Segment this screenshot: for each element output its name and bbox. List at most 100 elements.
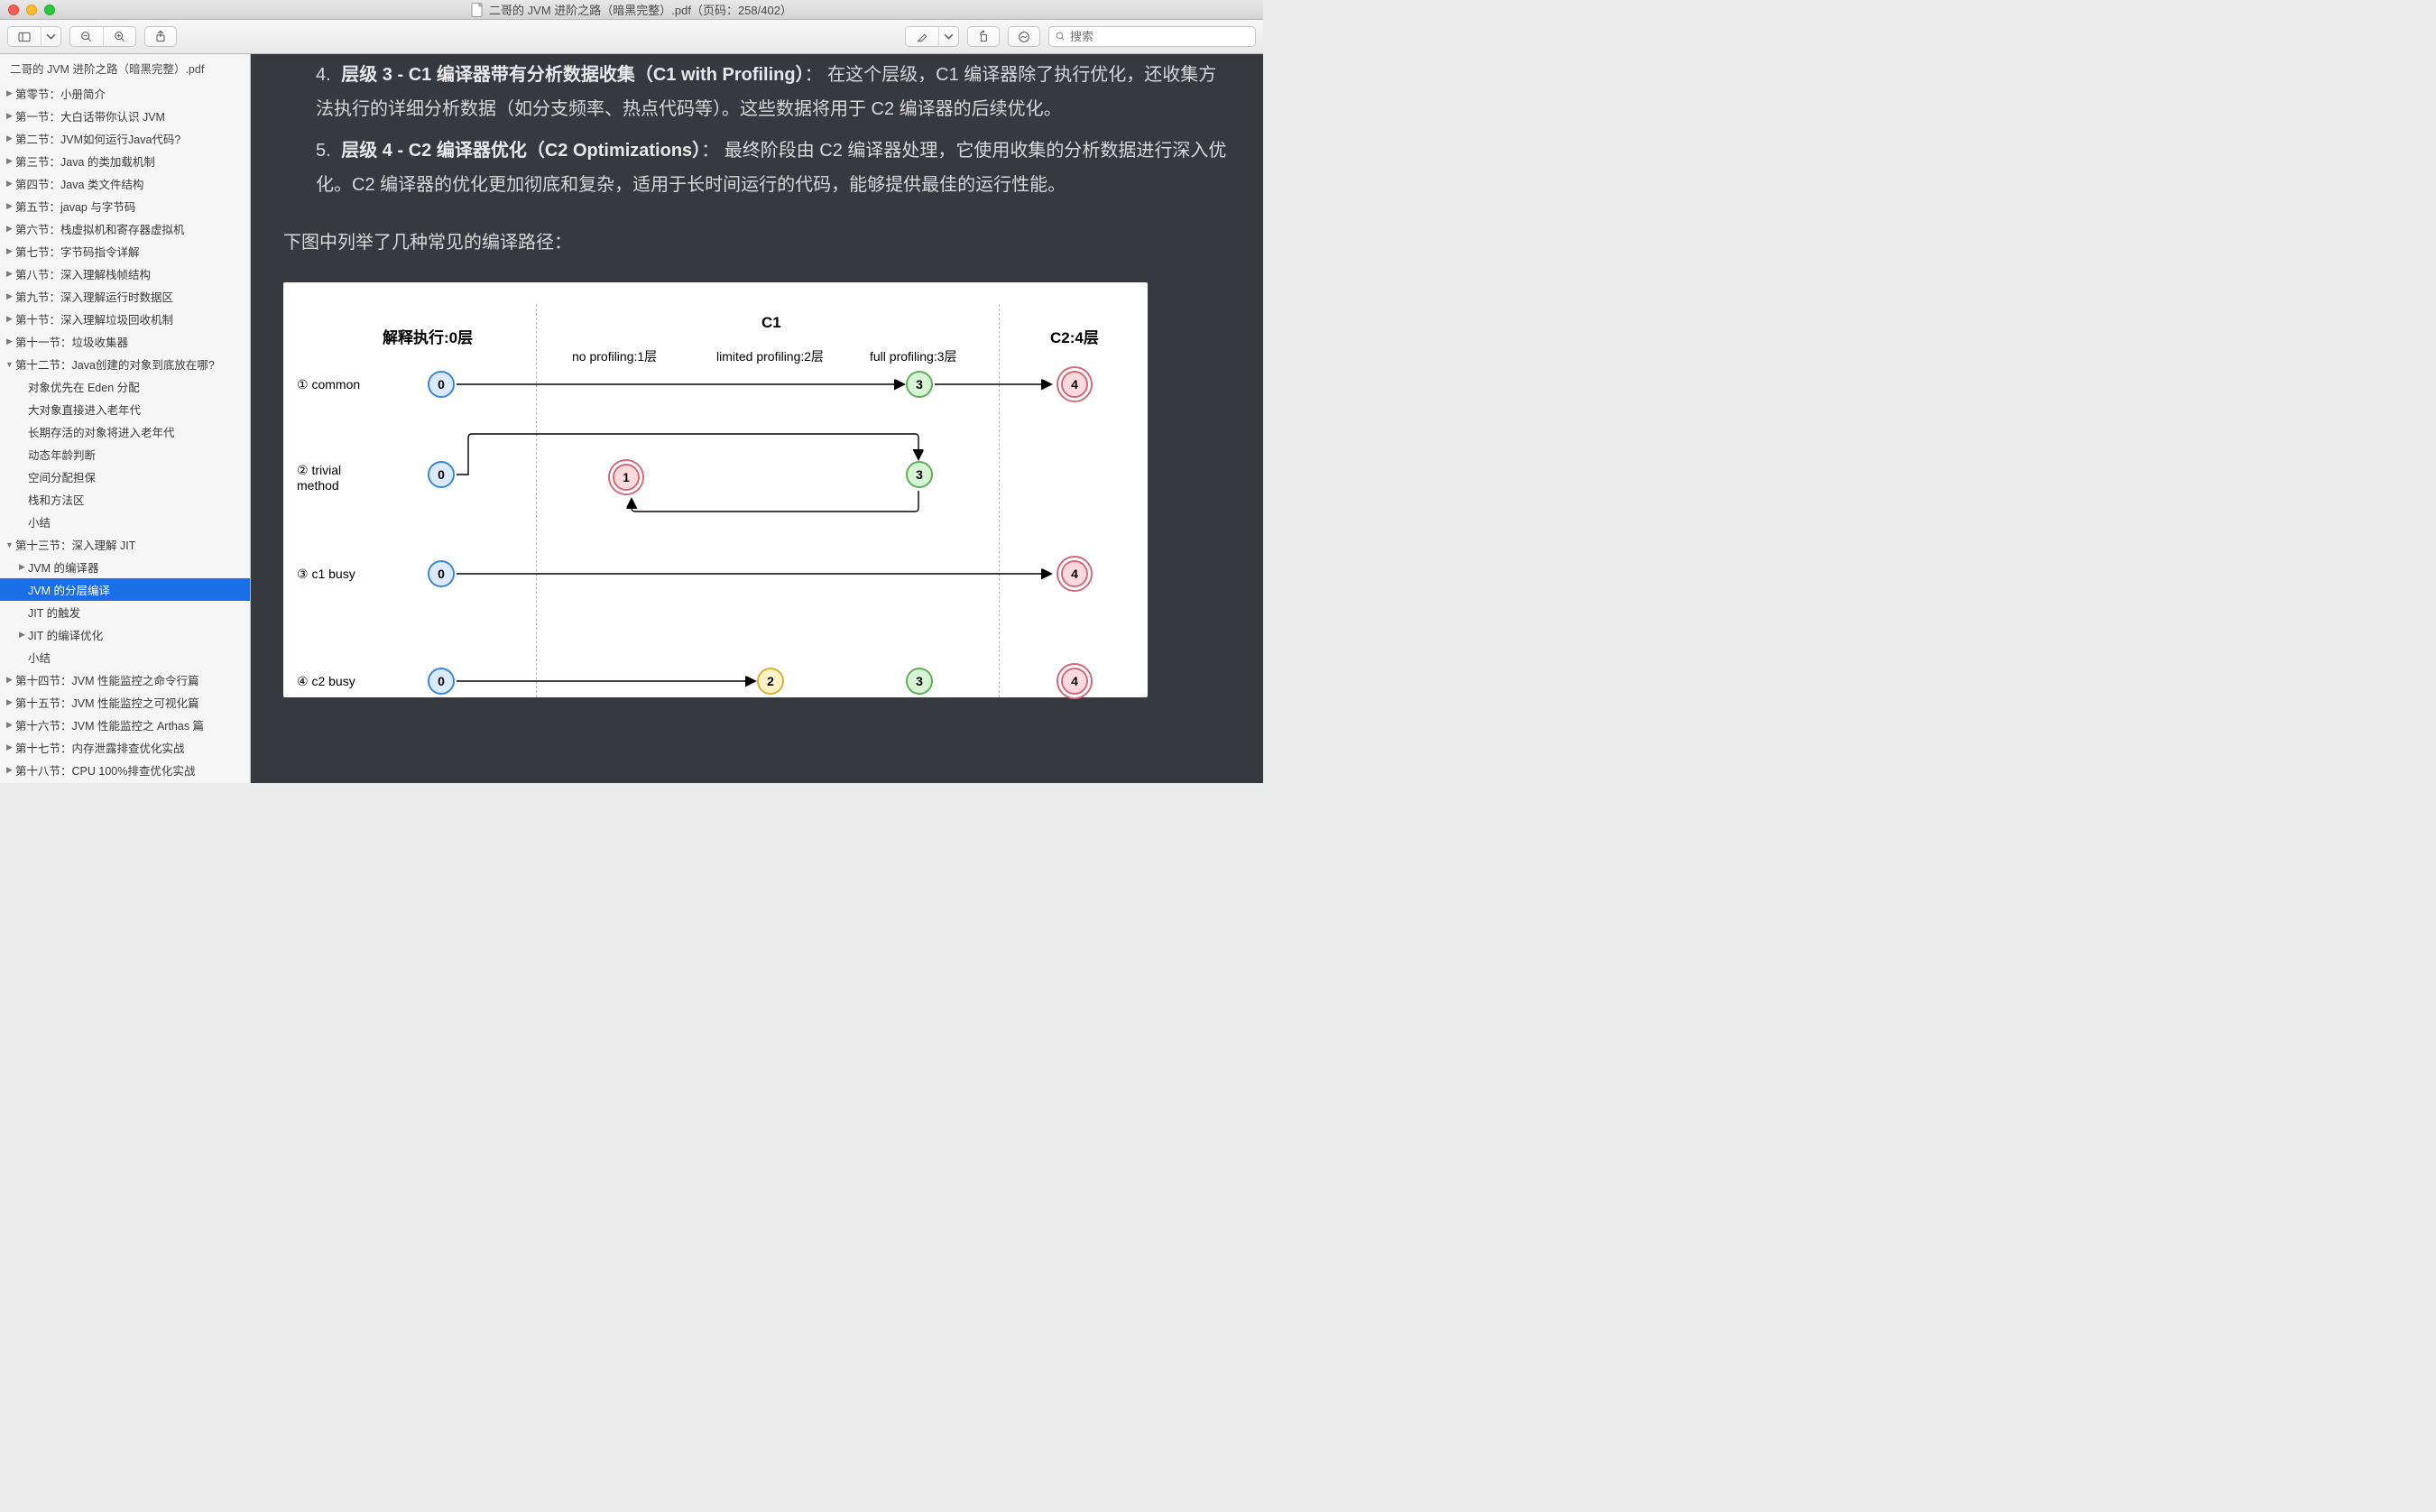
toc-item-label: 第十四节：JVM 性能监控之命令行篇: [15, 671, 198, 688]
toc-item-label: 小结: [28, 649, 51, 666]
disclosure-closed-icon[interactable]: ▶: [5, 676, 14, 684]
toc-item[interactable]: ▶第八节：深入理解栈帧结构: [0, 263, 250, 285]
toc-item[interactable]: ▶第二节：JVM如何运行Java代码?: [0, 127, 250, 150]
disclosure-closed-icon[interactable]: ▶: [5, 766, 14, 774]
toc-item[interactable]: ▶第十一节：垃圾收集器: [0, 330, 250, 353]
toc-item[interactable]: ▼第十九节：JVM 核心知识点总结: [0, 781, 250, 783]
zoom-out-icon: [79, 30, 94, 44]
toc-item-label: 第四节：Java 类文件结构: [15, 175, 143, 192]
toc-item[interactable]: ▶第十五节：JVM 性能监控之可视化篇: [0, 691, 250, 714]
sidebar-title: 二哥的 JVM 进阶之路（暗黑完整）.pdf: [0, 54, 250, 82]
markup-icon: [1017, 30, 1031, 44]
list-item: 4. 层级 3 - C1 编译器带有分析数据收集（C1 with Profili…: [316, 58, 1231, 126]
toc-item[interactable]: ▶第十八节：CPU 100%排查优化实战: [0, 759, 250, 781]
toc-item-label: 动态年龄判断: [28, 446, 96, 463]
toc-item[interactable]: ▼第十二节：Java创建的对象到底放在哪?: [0, 353, 250, 375]
toc-item[interactable]: ▶JVM 的编译器: [0, 556, 250, 578]
toc-item[interactable]: ▶第九节：深入理解运行时数据区: [0, 285, 250, 308]
highlighter-icon: [915, 30, 929, 44]
sidebar-dropdown-button[interactable]: [41, 27, 60, 46]
highlight-dropdown-button[interactable]: [938, 27, 958, 46]
toc-item-label: 小结: [28, 513, 51, 530]
toc-item-label: 栈和方法区: [28, 491, 85, 508]
disclosure-closed-icon[interactable]: ▶: [18, 631, 26, 639]
toc-item[interactable]: 小结: [0, 646, 250, 668]
toc-item-label: 第十八节：CPU 100%排查优化实战: [15, 761, 195, 779]
toc-item[interactable]: ▶第三节：Java 的类加载机制: [0, 150, 250, 172]
disclosure-closed-icon[interactable]: ▶: [5, 270, 14, 278]
disclosure-closed-icon[interactable]: ▶: [5, 698, 14, 706]
highlight-button[interactable]: [906, 27, 938, 46]
toc-item[interactable]: ▶第十四节：JVM 性能监控之命令行篇: [0, 668, 250, 691]
chevron-down-icon: [943, 31, 955, 42]
window-titlebar: 二哥的 JVM 进阶之路（暗黑完整）.pdf（页码：258/402）: [0, 0, 1263, 20]
disclosure-closed-icon[interactable]: ▶: [5, 134, 14, 143]
disclosure-closed-icon[interactable]: ▶: [5, 337, 14, 346]
toc-item-label: 第十七节：内存泄露排查优化实战: [15, 739, 185, 756]
disclosure-closed-icon[interactable]: ▶: [5, 112, 14, 120]
toc-item[interactable]: ▼第十三节：深入理解 JIT: [0, 533, 250, 556]
disclosure-closed-icon[interactable]: ▶: [5, 157, 14, 165]
disclosure-closed-icon[interactable]: ▶: [5, 247, 14, 255]
disclosure-closed-icon[interactable]: ▶: [5, 180, 14, 188]
disclosure-closed-icon[interactable]: ▶: [18, 563, 26, 571]
pdf-content[interactable]: 4. 层级 3 - C1 编译器带有分析数据收集（C1 with Profili…: [251, 54, 1263, 783]
rotate-button[interactable]: [967, 26, 1000, 47]
zoom-out-button[interactable]: [70, 27, 103, 46]
disclosure-closed-icon[interactable]: ▶: [5, 225, 14, 233]
toc-item[interactable]: 大对象直接进入老年代: [0, 398, 250, 420]
toc-item[interactable]: 栈和方法区: [0, 488, 250, 511]
toc-item[interactable]: ▶第十六节：JVM 性能监控之 Arthas 篇: [0, 714, 250, 736]
toc-item[interactable]: 小结: [0, 511, 250, 533]
window-title: 二哥的 JVM 进阶之路（暗黑完整）.pdf（页码：258/402）: [0, 1, 1263, 18]
toc-item-label: 长期存活的对象将进入老年代: [28, 423, 175, 440]
toc-item-label: 第十节：深入理解垃圾回收机制: [15, 310, 173, 327]
toc-item[interactable]: JIT 的触发: [0, 601, 250, 623]
toc-item[interactable]: ▶第零节：小册简介: [0, 82, 250, 105]
share-button[interactable]: [144, 26, 177, 47]
toc-item[interactable]: ▶第十节：深入理解垃圾回收机制: [0, 308, 250, 330]
markup-button[interactable]: [1008, 26, 1040, 47]
table-of-contents: ▶第零节：小册简介▶第一节：大白话带你认识 JVM▶第二节：JVM如何运行Jav…: [0, 82, 250, 783]
toc-item[interactable]: ▶JIT 的编译优化: [0, 623, 250, 646]
toc-item[interactable]: ▶第五节：javap 与字节码: [0, 195, 250, 217]
rotate-icon: [976, 30, 991, 44]
toc-item-label: 第八节：深入理解栈帧结构: [15, 265, 151, 282]
compilation-paths-diagram: 解释执行:0层 C1 no profiling:1层 limited profi…: [283, 282, 1148, 697]
toc-item-label: 第十六节：JVM 性能监控之 Arthas 篇: [15, 716, 204, 733]
toc-item[interactable]: 对象优先在 Eden 分配: [0, 375, 250, 398]
toc-item-label: 大对象直接进入老年代: [28, 401, 141, 418]
disclosure-closed-icon[interactable]: ▶: [5, 202, 14, 210]
toc-item-label: JVM 的分层编译: [28, 581, 110, 598]
toc-item-label: 第十二节：Java创建的对象到底放在哪?: [15, 355, 215, 373]
outline-sidebar[interactable]: 二哥的 JVM 进阶之路（暗黑完整）.pdf ▶第零节：小册简介▶第一节：大白话…: [0, 54, 251, 783]
toc-item[interactable]: ▶第十七节：内存泄露排查优化实战: [0, 736, 250, 759]
content-list: 4. 层级 3 - C1 编译器带有分析数据收集（C1 with Profili…: [283, 58, 1231, 202]
toc-item[interactable]: ▶第六节：栈虚拟机和寄存器虚拟机: [0, 217, 250, 240]
toc-item-label: JIT 的触发: [28, 604, 80, 621]
list-item: 5. 层级 4 - C2 编译器优化（C2 Optimizations）： 最终…: [316, 134, 1231, 202]
toc-item[interactable]: 空间分配担保: [0, 466, 250, 488]
toc-item-label: 第十五节：JVM 性能监控之可视化篇: [15, 694, 198, 711]
toc-item[interactable]: ▶第四节：Java 类文件结构: [0, 172, 250, 195]
search-icon: [1055, 31, 1066, 42]
sidebar-toggle-button[interactable]: [8, 27, 41, 46]
toc-item[interactable]: 动态年龄判断: [0, 443, 250, 466]
disclosure-closed-icon[interactable]: ▶: [5, 292, 14, 300]
search-input[interactable]: [1070, 30, 1250, 43]
disclosure-open-icon[interactable]: ▼: [5, 360, 14, 368]
toc-item[interactable]: ▶第七节：字节码指令详解: [0, 240, 250, 263]
search-field[interactable]: [1048, 26, 1256, 47]
disclosure-closed-icon[interactable]: ▶: [5, 721, 14, 729]
zoom-in-button[interactable]: [103, 27, 135, 46]
disclosure-open-icon[interactable]: ▼: [5, 540, 14, 549]
toc-item[interactable]: 长期存活的对象将进入老年代: [0, 420, 250, 443]
document-icon: [471, 3, 484, 17]
disclosure-closed-icon[interactable]: ▶: [5, 315, 14, 323]
toolbar: [0, 20, 1263, 54]
disclosure-closed-icon[interactable]: ▶: [5, 743, 14, 751]
toc-item[interactable]: JVM 的分层编译: [0, 578, 250, 601]
disclosure-closed-icon[interactable]: ▶: [5, 89, 14, 97]
toc-item[interactable]: ▶第一节：大白话带你认识 JVM: [0, 105, 250, 127]
chevron-down-icon: [45, 31, 57, 42]
